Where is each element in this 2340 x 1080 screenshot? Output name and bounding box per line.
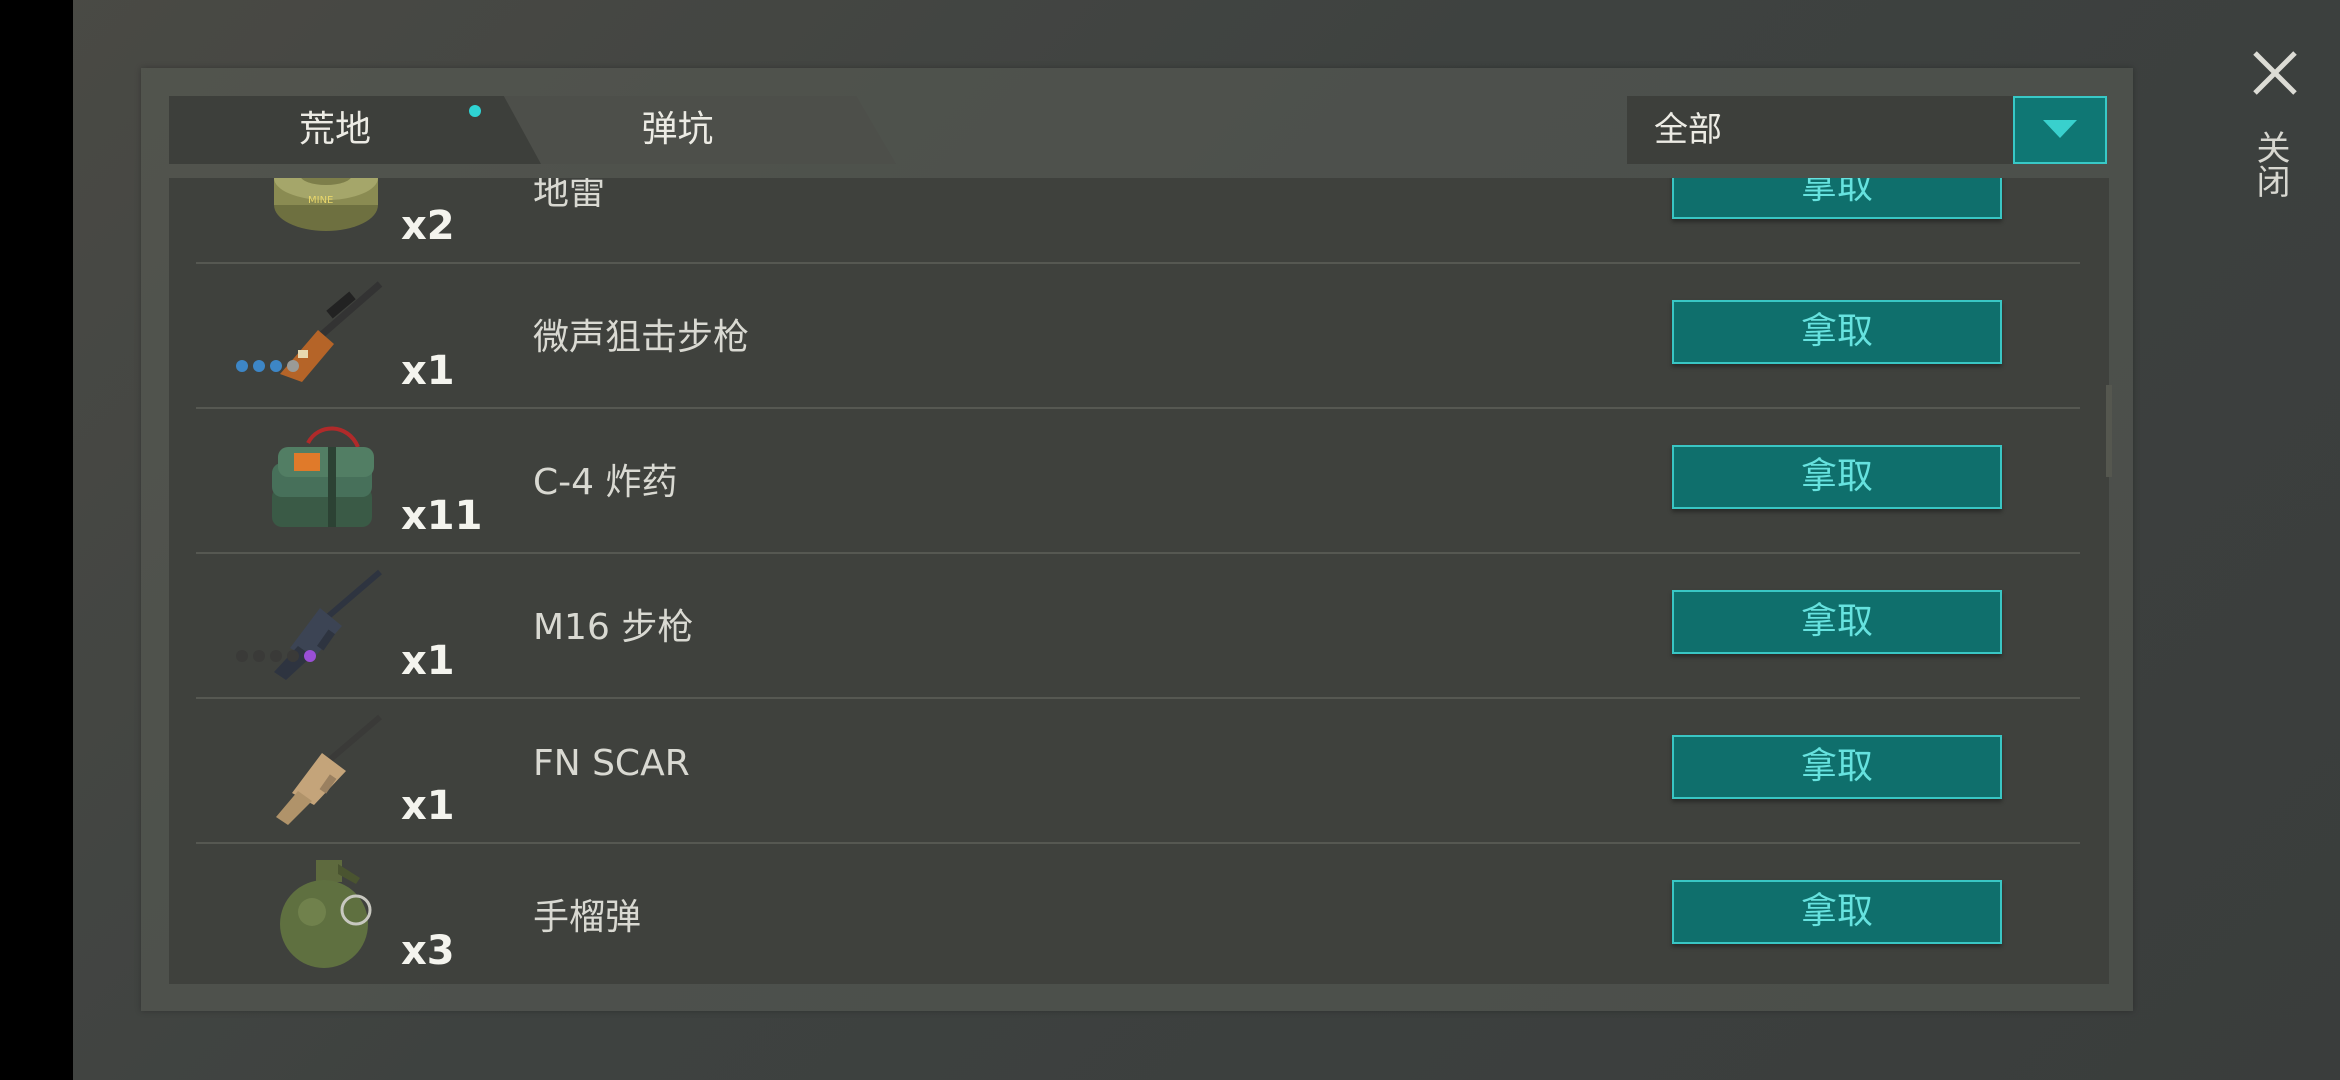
rarity-dot xyxy=(287,650,299,662)
svg-text:MINE: MINE xyxy=(308,195,333,206)
list-item: x1 FN SCAR 拿取 xyxy=(196,697,2080,844)
rarity-dots xyxy=(236,360,299,372)
rarity-dot xyxy=(287,360,299,372)
tab-wasteland[interactable]: 荒地 xyxy=(169,96,541,164)
tab-crater-label: 弹坑 xyxy=(641,109,714,150)
list-item: x11 C-4 炸药 拿取 xyxy=(196,407,2080,554)
item-name: 手榴弹 xyxy=(533,897,642,938)
landmine-icon: MINE xyxy=(274,178,378,231)
fn-scar-icon xyxy=(276,714,382,825)
filter-dropdown[interactable]: 全部 xyxy=(1627,96,2107,164)
left-black-bar xyxy=(0,0,73,1080)
rarity-dot xyxy=(236,650,248,662)
grenade-icon xyxy=(280,860,372,968)
list-item: x1 M16 步枪 拿取 xyxy=(196,552,2080,699)
item-name: 地雷 xyxy=(533,178,606,213)
item-name: M16 步枪 xyxy=(533,607,694,648)
close-label[interactable]: 关闭 xyxy=(2250,130,2295,198)
list-item: x3 手榴弹 拿取 xyxy=(196,842,2080,984)
take-button[interactable]: 拿取 xyxy=(1672,880,2002,944)
take-button[interactable]: 拿取 xyxy=(1672,178,2002,219)
take-button[interactable]: 拿取 xyxy=(1672,590,2002,654)
item-name: 微声狙击步枪 xyxy=(533,317,750,358)
notification-dot-icon xyxy=(469,105,481,117)
item-name: C-4 炸药 xyxy=(533,462,678,503)
rarity-dot xyxy=(304,650,316,662)
list-scrollbar[interactable] xyxy=(2106,385,2112,477)
rarity-dot xyxy=(270,360,282,372)
m16-rifle-icon xyxy=(274,569,382,680)
item-quantity: x2 xyxy=(401,203,455,249)
tab-wasteland-label: 荒地 xyxy=(298,109,371,150)
dropdown-button[interactable] xyxy=(2013,96,2107,164)
close-icon[interactable] xyxy=(2252,50,2298,96)
list-item: x1 微声狙击步枪 拿取 xyxy=(196,262,2080,409)
rarity-dot xyxy=(236,360,248,372)
item-list[interactable]: MINE x2 地雷 拿取 x1 微声狙击步枪 拿取 x11 C-4 炸药 拿取… xyxy=(169,178,2109,984)
rarity-dots xyxy=(236,650,316,662)
c4-explosive-icon xyxy=(272,426,374,527)
item-quantity: x11 xyxy=(401,493,483,539)
item-quantity: x1 xyxy=(401,348,455,394)
silenced-sniper-rifle-icon xyxy=(280,281,383,382)
item-quantity: x3 xyxy=(401,928,455,974)
list-item: MINE x2 地雷 拿取 xyxy=(196,178,2080,264)
item-quantity: x1 xyxy=(401,638,455,684)
item-name: FN SCAR xyxy=(533,743,690,784)
chevron-down-icon xyxy=(2043,120,2077,138)
filter-selected-label: 全部 xyxy=(1654,110,1722,150)
take-button[interactable]: 拿取 xyxy=(1672,300,2002,364)
rarity-dot xyxy=(253,650,265,662)
tab-crater[interactable]: 弹坑 xyxy=(499,96,896,164)
item-quantity: x1 xyxy=(401,783,455,829)
rarity-dot xyxy=(253,360,265,372)
take-button[interactable]: 拿取 xyxy=(1672,735,2002,799)
take-button[interactable]: 拿取 xyxy=(1672,445,2002,509)
rarity-dot xyxy=(270,650,282,662)
